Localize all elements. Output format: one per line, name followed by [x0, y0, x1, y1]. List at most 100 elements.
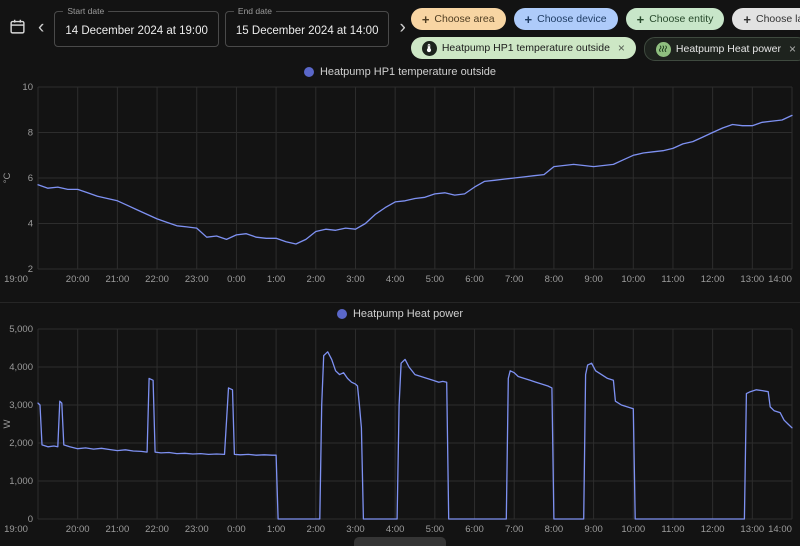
choose-area-chip[interactable]: + Choose area: [410, 8, 506, 30]
svg-text:1,000: 1,000: [9, 476, 33, 487]
svg-text:11:00: 11:00: [661, 524, 684, 535]
thermometer-icon: [421, 40, 437, 56]
start-date-value: 14 December 2024 at 19:00: [65, 25, 208, 37]
temperature-chart-legend-label: Heatpump HP1 temperature outside: [319, 66, 497, 78]
start-date-field[interactable]: Start date 14 December 2024 at 19:00: [54, 6, 219, 47]
svg-text:7:00: 7:00: [505, 274, 524, 285]
end-date-label: End date: [233, 6, 276, 16]
svg-text:19:00: 19:00: [4, 274, 28, 285]
svg-text:11:00: 11:00: [661, 274, 684, 285]
svg-text:1:00: 1:00: [267, 524, 286, 535]
choose-label-label: Choose label: [756, 13, 800, 25]
svg-text:22:00: 22:00: [145, 274, 169, 285]
choose-label-chip[interactable]: + Choose label: [732, 8, 800, 30]
temperature-chart[interactable]: 2 4 6 8 10 19:00 20:00 21:00 22:00 23:00 0:00 1:00 2…: [0, 81, 800, 296]
svg-text:21:00: 21:00: [105, 524, 129, 535]
header: ‹ Start date 14 December 2024 at 19:00 E…: [0, 0, 800, 61]
svg-text:5,000: 5,000: [9, 324, 33, 335]
choose-entity-chip[interactable]: + Choose entity: [625, 8, 725, 30]
svg-text:21:00: 21:00: [105, 274, 129, 285]
end-date-field[interactable]: End date 15 December 2024 at 14:00: [224, 6, 390, 47]
svg-text:13:00: 13:00: [740, 274, 764, 285]
calendar-button[interactable]: [6, 15, 29, 41]
svg-text:5:00: 5:00: [426, 274, 445, 285]
svg-text:3,000: 3,000: [9, 400, 33, 411]
svg-text:W: W: [2, 419, 13, 428]
svg-text:2: 2: [28, 264, 33, 275]
choose-entity-label: Choose entity: [649, 13, 714, 25]
legend-dot: [303, 67, 314, 77]
svg-text:9:00: 9:00: [584, 524, 603, 535]
svg-text:7:00: 7:00: [505, 524, 524, 535]
date-range-controls: ‹ Start date 14 December 2024 at 19:00 E…: [6, 6, 411, 47]
svg-text:4,000: 4,000: [9, 362, 33, 373]
svg-text:8:00: 8:00: [545, 524, 564, 535]
svg-text:4:00: 4:00: [386, 524, 405, 535]
svg-text:1:00: 1:00: [267, 274, 286, 285]
legend-dot: [336, 309, 347, 319]
svg-text:2:00: 2:00: [307, 524, 326, 535]
end-date-value: 15 December 2024 at 14:00: [235, 25, 379, 37]
svg-text:3:00: 3:00: [346, 524, 365, 535]
svg-text:2,000: 2,000: [9, 438, 33, 449]
heat-wave-icon: [655, 41, 671, 57]
entity-chip-temperature[interactable]: Heatpump HP1 temperature outside ×: [410, 37, 636, 59]
svg-text:5:00: 5:00: [426, 524, 445, 535]
svg-text:10:00: 10:00: [621, 524, 645, 535]
svg-text:10:00: 10:00: [621, 274, 645, 285]
start-date-label: Start date: [63, 6, 109, 16]
choose-device-label: Choose device: [537, 13, 607, 25]
svg-text:10: 10: [22, 82, 33, 93]
svg-text:9:00: 9:00: [584, 274, 603, 285]
bottom-sheet-handle[interactable]: [354, 537, 446, 546]
svg-text:14:00: 14:00: [768, 274, 792, 285]
svg-text:20:00: 20:00: [66, 524, 90, 535]
selected-chips-row: Heatpump HP1 temperature outside × Heatp…: [410, 37, 800, 61]
plus-icon: +: [421, 11, 430, 27]
power-chart[interactable]: 0 1,000 2,000 3,000 4,000 5,000 19:00 20:00 21:0…: [0, 323, 800, 545]
svg-text:23:00: 23:00: [185, 274, 209, 285]
svg-text:3:00: 3:00: [346, 274, 365, 285]
history-page: ‹ Start date 14 December 2024 at 19:00 E…: [0, 0, 800, 546]
svg-text:0: 0: [28, 514, 33, 525]
svg-text:14:00: 14:00: [768, 524, 792, 535]
svg-text:6:00: 6:00: [465, 524, 484, 535]
choose-chips-row: + Choose area + Choose device + Choose e…: [410, 8, 800, 30]
power-chart-legend[interactable]: Heatpump Heat power: [0, 305, 800, 323]
calendar-icon: [9, 18, 26, 38]
entity-chip-temperature-label: Heatpump HP1 temperature outside: [441, 42, 610, 54]
svg-text:8:00: 8:00: [545, 274, 564, 285]
svg-text:°C: °C: [2, 173, 13, 184]
svg-text:19:00: 19:00: [4, 524, 28, 535]
svg-text:4: 4: [28, 219, 33, 230]
filter-chips: + Choose area + Choose device + Choose e…: [410, 8, 800, 61]
close-icon[interactable]: ×: [789, 43, 796, 55]
chart-divider: [0, 302, 800, 303]
svg-text:0:00: 0:00: [227, 524, 246, 535]
svg-text:6: 6: [28, 173, 33, 184]
plus-icon: +: [524, 11, 533, 27]
svg-text:4:00: 4:00: [386, 274, 405, 285]
plus-icon: +: [743, 11, 751, 27]
svg-text:23:00: 23:00: [185, 524, 209, 535]
svg-text:0:00: 0:00: [227, 274, 246, 285]
prev-period-button[interactable]: ‹: [33, 18, 49, 37]
svg-text:20:00: 20:00: [66, 274, 90, 285]
svg-text:13:00: 13:00: [740, 524, 764, 535]
svg-text:8: 8: [28, 128, 33, 139]
entity-chip-heat-power[interactable]: Heatpump Heat power ×: [643, 37, 800, 61]
entity-chip-heat-power-label: Heatpump Heat power: [675, 43, 781, 55]
power-chart-legend-label: Heatpump Heat power: [352, 308, 464, 320]
svg-text:22:00: 22:00: [145, 524, 169, 535]
next-period-button[interactable]: ›: [394, 18, 410, 37]
svg-text:12:00: 12:00: [701, 524, 725, 535]
chevron-left-icon: ‹: [38, 17, 45, 38]
svg-text:2:00: 2:00: [307, 274, 326, 285]
choose-area-label: Choose area: [434, 13, 495, 25]
temperature-chart-legend[interactable]: Heatpump HP1 temperature outside: [0, 63, 800, 81]
choose-device-chip[interactable]: + Choose device: [513, 8, 618, 30]
close-icon[interactable]: ×: [618, 42, 625, 54]
svg-text:6:00: 6:00: [465, 274, 484, 285]
svg-text:12:00: 12:00: [701, 274, 725, 285]
plus-icon: +: [636, 11, 645, 27]
